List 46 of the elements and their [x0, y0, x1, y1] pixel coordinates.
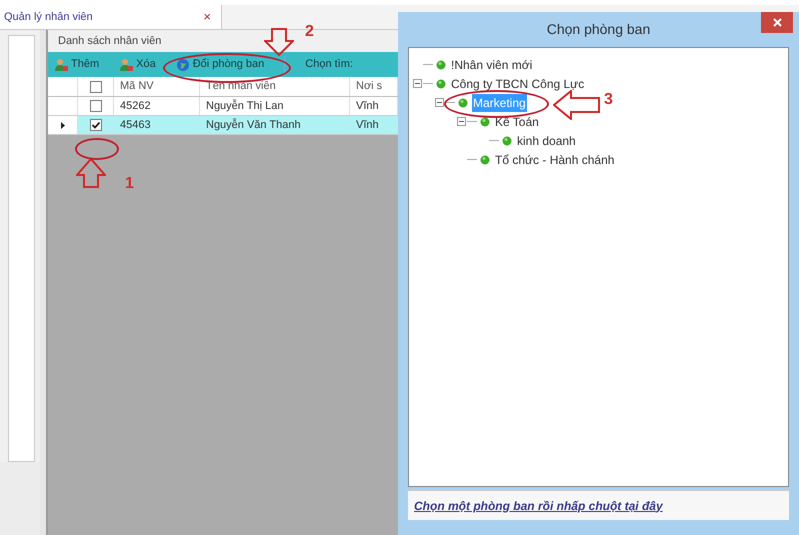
node-dot-icon	[458, 98, 468, 108]
person-icon	[119, 58, 134, 72]
node-dot-icon	[480, 116, 490, 126]
close-icon	[772, 18, 782, 27]
dialog-title: Chọn phòng ban	[546, 20, 650, 39]
table-cell: 45463	[114, 116, 200, 134]
tab[interactable]: Quản lý nhân viên ×	[0, 5, 222, 29]
table-cell: Nguyễn Thị Lan	[200, 97, 350, 115]
collapse-icon[interactable]	[456, 117, 466, 126]
annotation-number: 2	[305, 22, 314, 42]
node-dot-icon	[480, 154, 490, 164]
toolbar-button[interactable]: Đổi phòng ban	[176, 56, 264, 73]
table-cell: Nguyễn Văn Thanh	[200, 116, 350, 134]
tree-item[interactable]: kinh doanh	[516, 132, 577, 150]
row-pointer-icon	[60, 122, 64, 128]
tab-close-button[interactable]: ×	[203, 7, 211, 27]
tree-item[interactable]: !Nhân viên mới	[450, 56, 534, 74]
search-label: Chọn tìm:	[305, 57, 353, 72]
checkbox[interactable]	[90, 119, 102, 131]
table-row[interactable]: 45463 Nguyễn Văn Thanh Vĩnh	[48, 116, 398, 135]
node-dot-icon	[436, 60, 446, 70]
column-header[interactable]: Mã NV	[114, 77, 200, 96]
node-dot-icon	[502, 136, 512, 146]
toolbar-button[interactable]: Thêm	[54, 56, 100, 73]
close-button[interactable]	[761, 12, 793, 33]
annotation-number: 3	[604, 90, 613, 110]
list-title: Danh sách nhân viên	[58, 34, 162, 49]
up-arrow-icon	[76, 158, 106, 188]
tree-item[interactable]: Tổ chức - Hành chánh	[494, 150, 616, 168]
down-arrow-icon	[264, 28, 294, 58]
tab-title: Quản lý nhân viên	[4, 10, 93, 25]
node-dot-icon	[436, 78, 446, 88]
tree-item[interactable]: Công ty TBCN Công Lực	[450, 74, 586, 92]
person-icon	[54, 58, 68, 72]
collapse-icon[interactable]	[434, 98, 444, 107]
toolbar-button[interactable]: Xóa	[119, 56, 156, 73]
annotation-number: 1	[125, 174, 134, 194]
collapse-icon[interactable]	[412, 79, 422, 88]
highlight-ellipse	[75, 138, 119, 160]
checkbox[interactable]	[90, 100, 102, 112]
table-cell: 45262	[114, 97, 200, 115]
globe-icon	[176, 58, 190, 72]
left-arrow-icon	[553, 90, 601, 120]
table-row[interactable]: 45262 Nguyễn Thị Lan Vĩnh	[48, 97, 398, 116]
checkbox[interactable]	[90, 80, 102, 92]
tree-item[interactable]: Kế Toán	[494, 112, 540, 130]
